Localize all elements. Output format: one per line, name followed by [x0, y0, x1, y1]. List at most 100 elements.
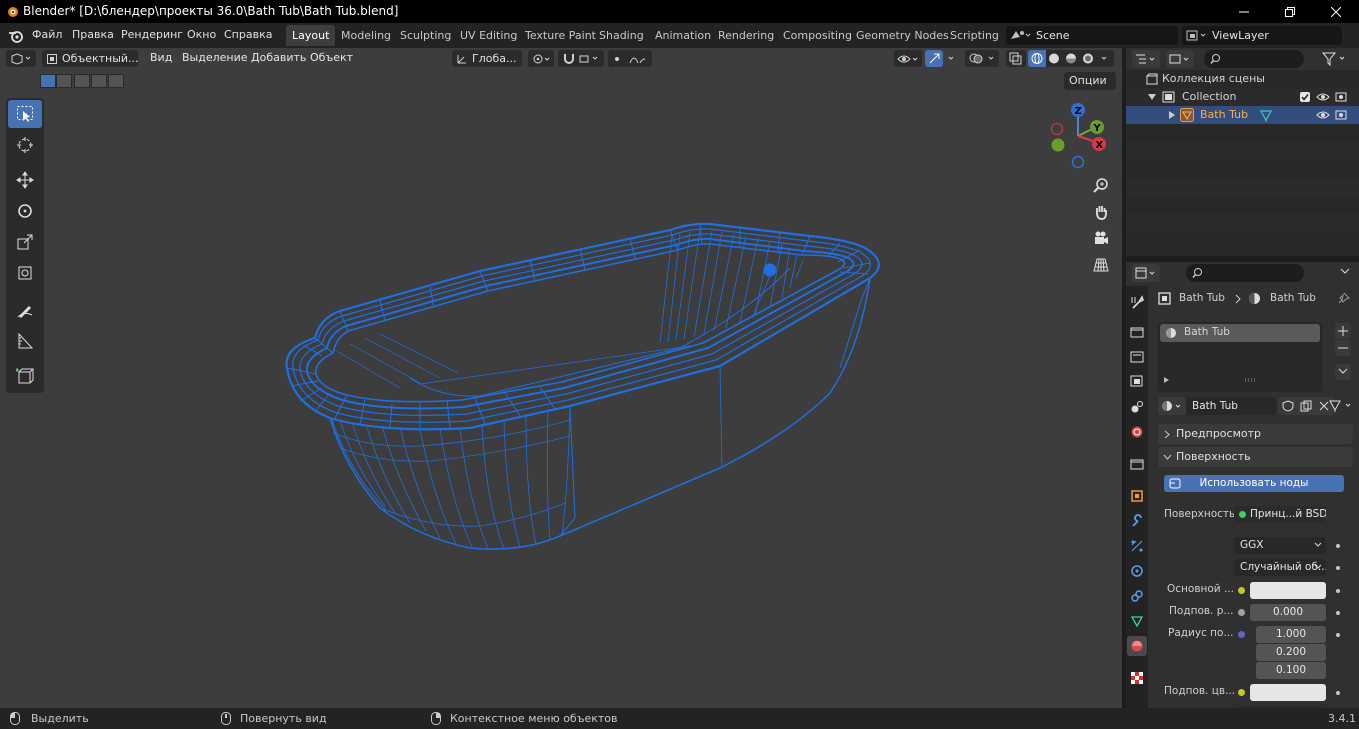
bathtub-wireframe[interactable] [0, 48, 1122, 708]
keyframe-dot[interactable] [1336, 691, 1340, 695]
shader-socket-icon [1239, 511, 1246, 518]
tab-sculpting[interactable]: Sculpting [394, 25, 457, 46]
tab-particles[interactable] [1127, 536, 1147, 556]
tab-geometry-nodes[interactable]: Geometry Nodes [850, 25, 955, 46]
render-camera-icon[interactable] [1335, 109, 1347, 121]
tab-scripting[interactable]: Scripting [944, 25, 1005, 46]
expand-down-icon[interactable] [1148, 93, 1156, 101]
tab-physics[interactable] [1127, 561, 1147, 581]
material-slot-list[interactable]: Bath Tub [1158, 322, 1322, 392]
eye-icon[interactable] [1316, 109, 1330, 121]
keyframe-dot[interactable] [1336, 611, 1340, 615]
tab-shading[interactable]: Shading [593, 25, 650, 46]
menu-window[interactable]: Окно [187, 28, 216, 41]
duplicate-icon[interactable] [1300, 400, 1312, 412]
tab-data[interactable] [1127, 611, 1147, 631]
tab-object[interactable] [1127, 486, 1147, 506]
outliner-search[interactable] [1204, 50, 1304, 68]
exclude-checkbox-icon[interactable] [1300, 92, 1310, 102]
close-button[interactable] [1313, 0, 1359, 23]
viewlayer-selector[interactable]: ViewLayer [1182, 26, 1342, 45]
subsurface-field[interactable]: 0.000 [1250, 604, 1326, 621]
window-titlebar: Blender* [D:\блендер\проекты 36.0\Bath T… [0, 0, 1359, 23]
3d-viewport[interactable]: Объектный... Вид Выделение Добавить Объе… [0, 48, 1122, 708]
properties-search[interactable] [1186, 264, 1304, 282]
tab-collection[interactable] [1127, 454, 1147, 474]
tab-animation[interactable]: Animation [649, 25, 717, 46]
use-nodes-button[interactable]: Использовать ноды [1164, 475, 1344, 492]
tab-texture-paint[interactable]: Texture Paint [519, 25, 602, 46]
viewlayer-name: ViewLayer [1212, 29, 1269, 42]
tab-material[interactable] [1127, 636, 1147, 656]
material-name-field[interactable]: Bath Tub [1186, 397, 1276, 415]
display-mode-button[interactable] [1166, 50, 1194, 68]
tab-scene[interactable] [1127, 397, 1147, 417]
distribution-select[interactable]: GGX [1234, 537, 1326, 554]
material-link-icon[interactable] [1328, 399, 1356, 413]
menu-render[interactable]: Рендеринг [121, 28, 183, 41]
tab-compositing[interactable]: Compositing [777, 25, 858, 46]
keyframe-dot[interactable] [1336, 544, 1340, 548]
wrench-icon [1132, 514, 1142, 527]
maximize-button[interactable] [1267, 0, 1313, 23]
panel-preview-header[interactable]: Предпросмотр [1158, 424, 1353, 444]
properties-editor-type[interactable] [1132, 264, 1160, 282]
object-icon [1158, 292, 1171, 305]
surface-shader-field[interactable]: Принц...й BSDF [1234, 506, 1326, 523]
keyframe-dot[interactable] [1336, 633, 1340, 637]
tab-output[interactable] [1127, 347, 1147, 367]
panel-surface-header[interactable]: Поверхность [1158, 447, 1353, 467]
tab-view-layer[interactable] [1127, 372, 1147, 392]
menu-file[interactable]: Файл [32, 28, 62, 41]
outliner-row-bath-tub[interactable]: Bath Tub [1126, 106, 1359, 124]
tab-texture[interactable] [1127, 668, 1147, 688]
slot-specials-button[interactable] [1335, 364, 1351, 380]
eye-icon[interactable] [1316, 91, 1330, 103]
tab-constraints[interactable] [1127, 586, 1147, 606]
add-slot-button[interactable] [1335, 323, 1351, 339]
menu-help[interactable]: Справка [224, 28, 272, 41]
color-socket-icon [1238, 587, 1245, 594]
render-camera-icon[interactable] [1335, 91, 1347, 103]
tab-uv-editing[interactable]: UV Editing [454, 25, 523, 46]
keyframe-dot[interactable] [1336, 566, 1340, 570]
tab-render[interactable] [1127, 322, 1147, 342]
tab-modifiers[interactable] [1127, 511, 1147, 531]
chevron-down-icon[interactable] [1340, 268, 1350, 276]
tab-tool[interactable] [1127, 292, 1147, 312]
base-color-swatch[interactable] [1250, 582, 1326, 599]
radius-y-field[interactable]: 0.200 [1256, 644, 1326, 661]
outliner-row-collection[interactable]: Collection [1126, 88, 1359, 106]
browse-material-button[interactable] [1158, 397, 1186, 415]
tab-world[interactable] [1127, 422, 1147, 442]
remove-slot-button[interactable] [1335, 340, 1351, 356]
outliner-row-scene-collection[interactable]: Коллекция сцены [1126, 70, 1359, 88]
pin-icon[interactable] [1338, 292, 1350, 304]
filter-icon[interactable] [1322, 52, 1350, 66]
outliner-editor-type[interactable] [1132, 50, 1160, 68]
mesh-data-icon[interactable] [1259, 109, 1273, 122]
outliner-editor[interactable]: Коллекция сцены Collection Bath Tub [1126, 48, 1359, 256]
material-slot-row[interactable]: Bath Tub [1160, 324, 1320, 342]
tab-rendering[interactable]: Rendering [712, 25, 780, 46]
tab-modeling[interactable]: Modeling [335, 25, 397, 46]
minimize-icon [1239, 11, 1249, 12]
properties-editor[interactable]: Bath Tub Bath Tub Bath Tub Bath Tub Пред… [1126, 262, 1359, 708]
minimize-button[interactable] [1221, 0, 1267, 23]
menu-edit[interactable]: Правка [72, 28, 114, 41]
resize-grip-icon[interactable] [1244, 378, 1256, 382]
fake-user-shield-icon[interactable] [1282, 400, 1294, 412]
tab-layout[interactable]: Layout [286, 25, 336, 46]
expand-right-icon[interactable] [1163, 376, 1170, 384]
distribution-value: GGX [1240, 539, 1264, 551]
blender-logo-icon[interactable] [8, 28, 24, 44]
keyframe-dot[interactable] [1336, 589, 1340, 593]
material-icon [1131, 640, 1143, 652]
material-icon [1249, 293, 1260, 304]
radius-z-field[interactable]: 0.100 [1256, 662, 1326, 679]
expand-right-icon[interactable] [1168, 111, 1176, 119]
subsurface-color-swatch[interactable] [1250, 684, 1326, 701]
radius-x-field[interactable]: 1.000 [1256, 626, 1326, 643]
subsurface-method-select[interactable]: Случайный об... [1234, 559, 1326, 576]
scene-selector[interactable]: Scene [1006, 26, 1178, 45]
